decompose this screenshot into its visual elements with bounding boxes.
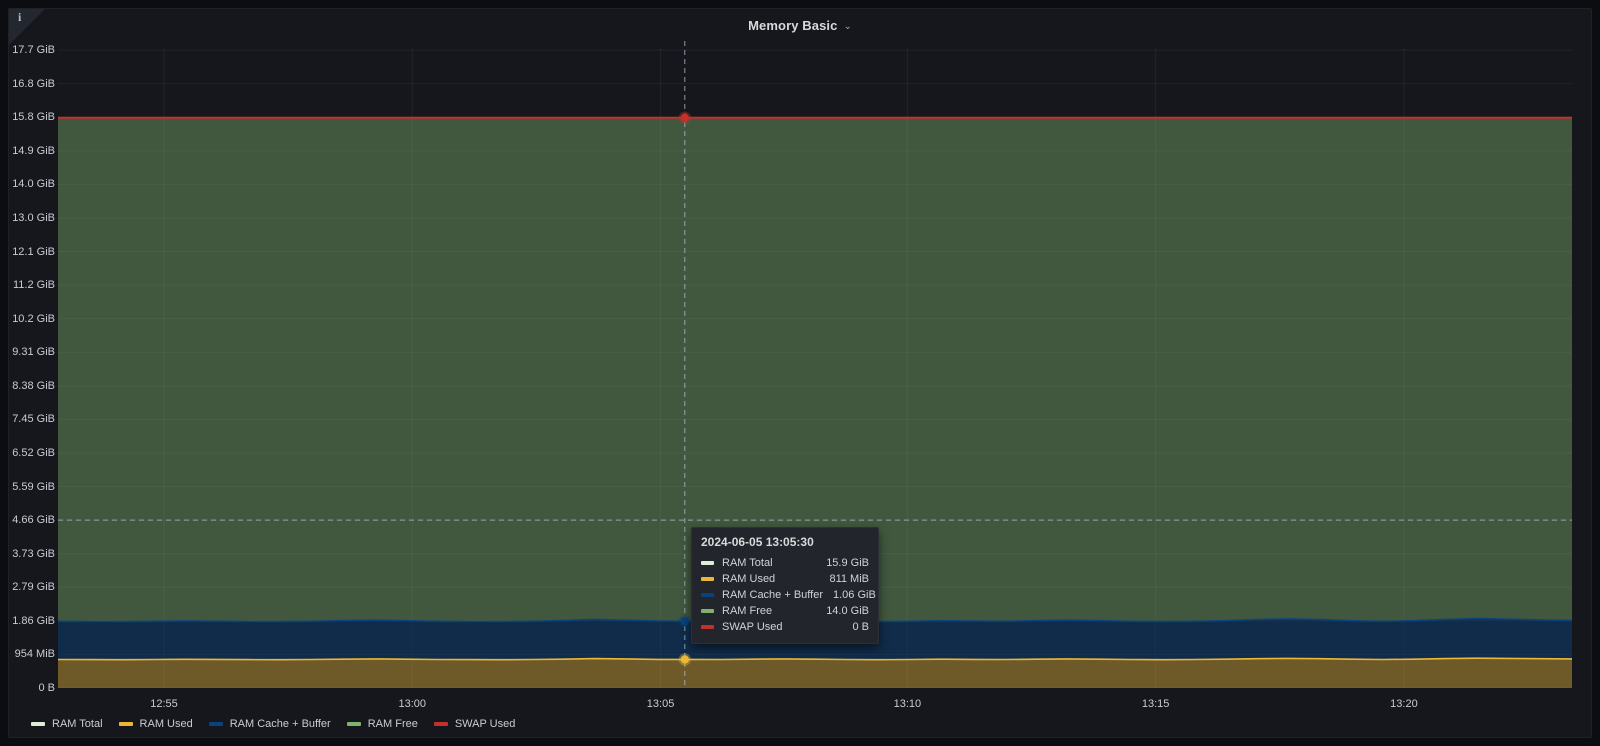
tooltip-series-swatch: [701, 609, 714, 613]
tooltip-series-name: RAM Total: [722, 557, 816, 569]
tooltip-series-swatch: [701, 577, 714, 581]
tooltip-row: SWAP Used 0 B: [701, 619, 869, 635]
tooltip-series-swatch: [701, 625, 714, 629]
x-axis-label: 13:15: [1142, 698, 1170, 710]
y-axis-label: 4.66 GiB: [9, 514, 55, 526]
legend-swatch: [434, 722, 448, 726]
x-axis-label: 13:00: [399, 698, 427, 710]
x-axis-label: 13:10: [894, 698, 922, 710]
y-axis-label: 5.59 GiB: [9, 481, 55, 493]
tooltip-series-name: SWAP Used: [722, 621, 842, 633]
chart-tooltip: 2024-06-05 13:05:30 RAM Total15.9 GiBRAM…: [691, 527, 879, 644]
chevron-down-icon[interactable]: ⌄: [843, 21, 851, 32]
tooltip-row: RAM Free 14.0 GiB: [701, 603, 869, 619]
hover-point-used: [681, 655, 689, 663]
y-axis-label: 11.2 GiB: [9, 279, 55, 291]
y-axis-label: 3.73 GiB: [9, 548, 55, 560]
legend-item[interactable]: SWAP Used: [434, 718, 516, 730]
y-axis-label: 14.0 GiB: [9, 178, 55, 190]
tooltip-row: RAM Cache + Buffer1.06 GiB: [701, 587, 869, 603]
legend-swatch: [347, 722, 361, 726]
legend-label: SWAP Used: [455, 718, 516, 730]
legend: RAM Total RAM Used RAM Cache + Buffer RAM F…: [31, 718, 531, 730]
tooltip-series-value: 1.06 GiB: [833, 589, 876, 601]
info-icon[interactable]: i: [18, 10, 21, 25]
x-axis-label: 13:05: [647, 698, 675, 710]
y-axis-label: 2.79 GiB: [9, 581, 55, 593]
tooltip-series-name: RAM Cache + Buffer: [722, 589, 823, 601]
legend-item[interactable]: RAM Total: [31, 718, 103, 730]
tooltip-series-value: 14.0 GiB: [826, 605, 869, 617]
tooltip-series-value: 15.9 GiB: [826, 557, 869, 569]
legend-label: RAM Used: [140, 718, 193, 730]
legend-item[interactable]: RAM Cache + Buffer: [209, 718, 331, 730]
legend-swatch: [209, 722, 223, 726]
y-axis-label: 9.31 GiB: [9, 346, 55, 358]
y-axis-label: 15.8 GiB: [9, 111, 55, 123]
memory-basic-panel: i Memory Basic ⌄ 17.7 GiB 16.8 GiB 15.8 Gi…: [8, 8, 1592, 738]
legend-label: RAM Free: [368, 718, 418, 730]
legend-item[interactable]: RAM Free: [347, 718, 418, 730]
x-axis-label: 13:20: [1390, 698, 1418, 710]
panel-header[interactable]: Memory Basic ⌄: [9, 9, 1591, 41]
legend-swatch: [119, 722, 133, 726]
y-axis-label: 7.45 GiB: [9, 413, 55, 425]
y-axis-label: 17.7 GiB: [9, 44, 55, 56]
tooltip-series-value: 811 MiB: [829, 573, 869, 585]
grafana-dashboard: { "header": { "title": "Memory Basic" },…: [0, 0, 1600, 746]
hover-point-swap-total: [681, 113, 689, 121]
legend-item[interactable]: RAM Used: [119, 718, 193, 730]
y-axis-label: 954 MiB: [9, 648, 55, 660]
y-axis-label: 6.52 GiB: [9, 447, 55, 459]
tooltip-series-swatch: [701, 561, 714, 565]
panel-title[interactable]: Memory Basic: [748, 18, 837, 33]
y-axis-label: 10.2 GiB: [9, 313, 55, 325]
hover-point-cache: [681, 617, 689, 625]
tooltip-series-value: 0 B: [852, 621, 869, 633]
legend-swatch: [31, 722, 45, 726]
legend-label: RAM Cache + Buffer: [230, 718, 331, 730]
tooltip-row: RAM Used 811 MiB: [701, 571, 869, 587]
tooltip-row: RAM Total 15.9 GiB: [701, 555, 869, 571]
tooltip-timestamp: 2024-06-05 13:05:30: [701, 535, 869, 549]
y-axis-label: 8.38 GiB: [9, 380, 55, 392]
y-axis-label: 16.8 GiB: [9, 78, 55, 90]
y-axis-label: 1.86 GiB: [9, 615, 55, 627]
x-axis-label: 12:55: [150, 698, 178, 710]
tooltip-series-swatch: [701, 593, 714, 597]
tooltip-series-name: RAM Used: [722, 573, 819, 585]
legend-label: RAM Total: [52, 718, 103, 730]
y-axis-label: 14.9 GiB: [9, 145, 55, 157]
y-axis-label: 12.1 GiB: [9, 246, 55, 258]
y-axis-label: 13.0 GiB: [9, 212, 55, 224]
tooltip-series-name: RAM Free: [722, 605, 816, 617]
area-ram-used: [58, 658, 1572, 688]
y-axis-label: 0 B: [9, 682, 55, 694]
